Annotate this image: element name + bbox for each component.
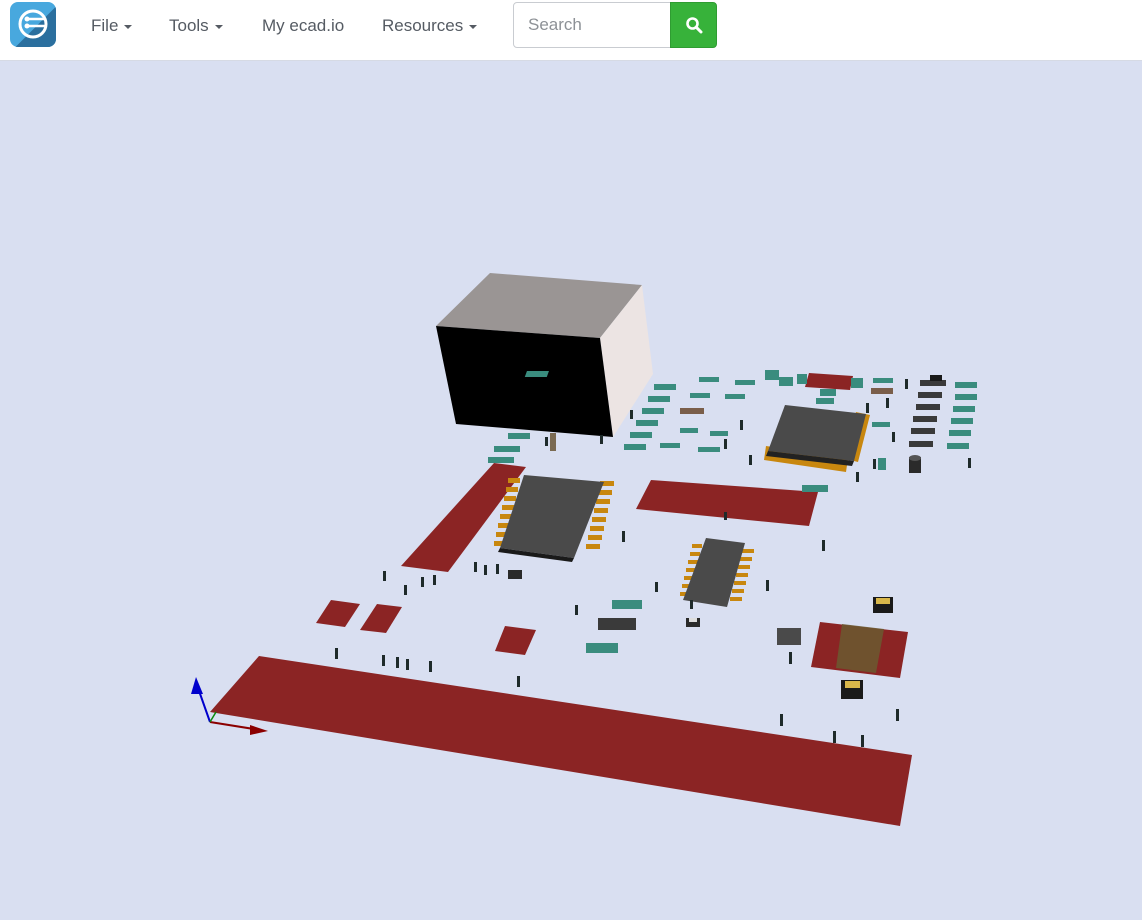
large-pad: [210, 656, 912, 826]
ic-qfp-right: [764, 405, 870, 472]
pad-right-overlay: [836, 624, 884, 673]
pad-small: [360, 604, 402, 633]
search-button[interactable]: [670, 2, 717, 48]
menu-my-ecad-label: My ecad.io: [262, 16, 345, 35]
chevron-down-icon: [124, 24, 133, 29]
search-icon: [686, 17, 703, 34]
ecad-logo-icon[interactable]: [10, 2, 56, 47]
menu-resources-label: Resources: [382, 16, 464, 35]
menu-file[interactable]: File: [91, 14, 133, 38]
pad-small: [495, 626, 536, 655]
menu-tools[interactable]: Tools: [169, 14, 223, 38]
pcb-3d-render: [191, 273, 977, 826]
menu-resources[interactable]: Resources: [382, 14, 478, 38]
connector-front: [436, 326, 613, 437]
ic-chip-middle: [680, 538, 754, 607]
menu-file-label: File: [91, 16, 119, 35]
connector-pin: [550, 433, 556, 451]
top-navbar: File Tools My ecad.io Resources: [0, 0, 1142, 61]
menu-tools-label: Tools: [169, 16, 209, 35]
pad-top: [805, 373, 853, 390]
pad-small: [316, 600, 360, 627]
ic-chip-left: [494, 475, 614, 562]
search-input[interactable]: [513, 2, 671, 48]
3d-board-viewport[interactable]: [0, 61, 1142, 920]
menu-my-ecad[interactable]: My ecad.io: [262, 14, 344, 38]
chevron-down-icon: [214, 24, 223, 29]
chevron-down-icon: [469, 24, 478, 29]
